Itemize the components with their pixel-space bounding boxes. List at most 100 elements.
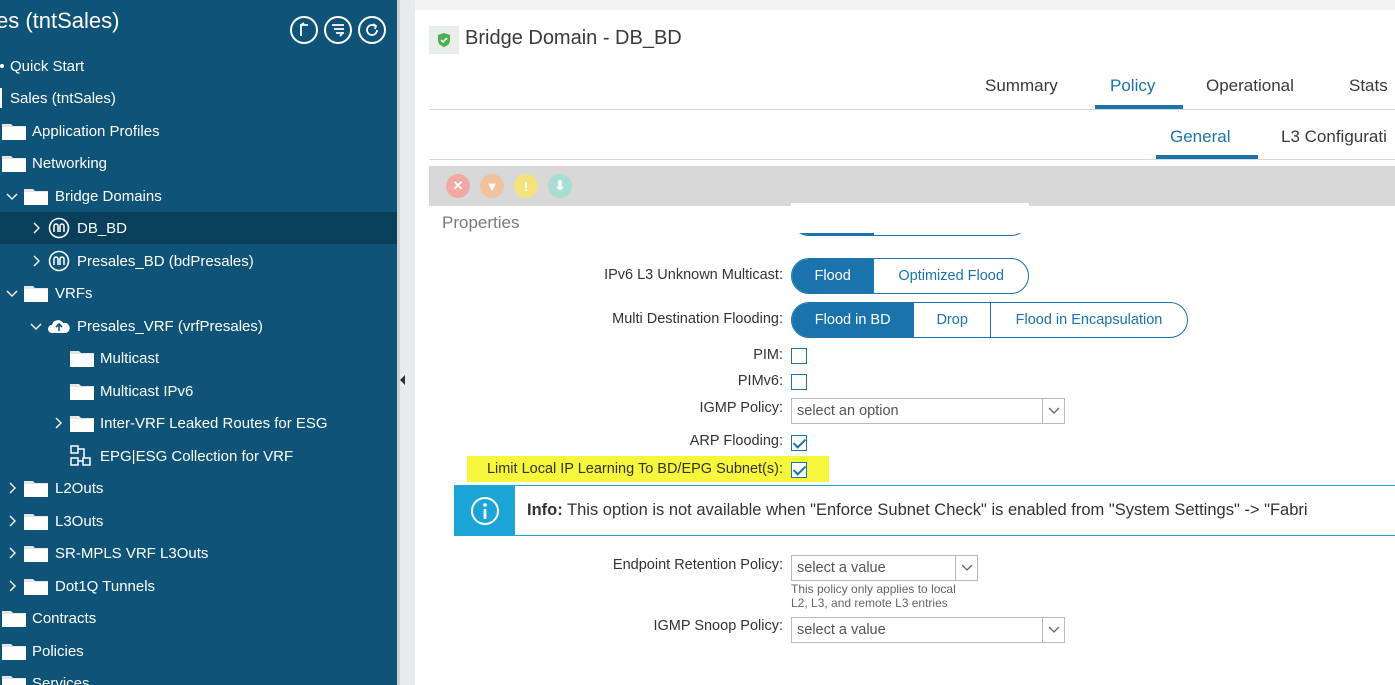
pim-checkbox[interactable] [791, 348, 807, 364]
igmp-snoop-policy-select[interactable]: select a value [791, 617, 1065, 643]
folder-icon [2, 611, 26, 627]
tab-stats[interactable]: Stats [1349, 76, 1388, 96]
option-flood-in-encapsulation[interactable]: Flood in Encapsulation [991, 303, 1187, 337]
chevron-down-icon[interactable] [955, 556, 977, 580]
folder-icon [24, 546, 48, 562]
ipv6-l3-unknown-multicast-toggle[interactable]: Flood Optimized Flood [791, 258, 1029, 294]
select-placeholder: select an option [797, 403, 899, 419]
endpoint-retention-policy-label: Endpoint Retention Policy: [612, 557, 783, 573]
tree-label: Quick Start [10, 57, 85, 75]
tab-general[interactable]: General [1170, 127, 1230, 147]
tree-item-bridge-domains[interactable]: Bridge Domains [0, 180, 397, 212]
chevron-right-icon[interactable] [52, 417, 64, 429]
tab-l3-configurations[interactable]: L3 Configurati [1281, 127, 1387, 147]
option-flood-in-bd[interactable]: Flood in BD [792, 303, 915, 337]
list-filter-icon[interactable] [324, 16, 352, 44]
chevron-down-icon[interactable] [6, 287, 18, 299]
vrf-cloud-icon [48, 320, 70, 333]
limit-local-ip-learning-checkbox[interactable] [791, 462, 807, 478]
chevron-right-icon[interactable] [30, 222, 42, 234]
tree-item-epg-esg-collection[interactable]: EPG|ESG Collection for VRF [0, 440, 397, 472]
tree-item-vrfs[interactable]: VRFs [0, 277, 397, 309]
critical-fault-icon[interactable]: ✕ [446, 174, 470, 198]
tree-item-multicast[interactable]: Multicast [0, 342, 397, 374]
igmp-snoop-policy-label: IGMP Snoop Policy: [653, 618, 784, 634]
info-icon [455, 486, 515, 535]
option-flood[interactable]: Flood [792, 259, 875, 293]
tab-operational[interactable]: Operational [1206, 76, 1294, 96]
chevron-down-icon[interactable] [1042, 399, 1064, 423]
folder-icon [24, 189, 48, 205]
bridge-domain-icon [48, 217, 70, 239]
tree-item-services[interactable]: Services [0, 667, 397, 685]
chevron-right-icon[interactable] [6, 580, 18, 592]
pimv6-checkbox[interactable] [791, 374, 807, 390]
tree-label: L3Outs [55, 512, 104, 530]
chevron-right-icon[interactable] [6, 515, 18, 527]
multi-destination-flooding-toggle[interactable]: Flood in BD Drop Flood in Encapsulation [791, 302, 1188, 338]
tree-label: Application Profiles [32, 122, 160, 140]
properties-heading: Properties [442, 213, 520, 232]
major-fault-icon[interactable]: ▼ [480, 174, 504, 198]
tree-item-inter-vrf-leaked-routes[interactable]: Inter-VRF Leaked Routes for ESG [0, 407, 397, 439]
tree-item-db-bd[interactable]: DB_BD [0, 212, 397, 244]
hint-line: This policy only applies to local [791, 582, 956, 596]
tree-item-quick-start[interactable]: Quick Start [0, 50, 397, 82]
minor-fault-icon[interactable]: ! [514, 174, 538, 198]
tree-item-l3outs[interactable]: L3Outs [0, 505, 397, 537]
select-placeholder: select a value [797, 560, 886, 576]
tree-label: DB_BD [77, 219, 128, 237]
main-content: Bridge Domain - DB_BD Summary Policy Ope… [415, 0, 1395, 685]
tree-item-contracts[interactable]: Contracts [0, 602, 397, 634]
folder-icon [70, 384, 94, 400]
chevron-right-icon[interactable] [30, 255, 42, 267]
pane-splitter[interactable] [397, 0, 415, 685]
tree-item-tenant[interactable]: Sales (tntSales) [0, 82, 397, 114]
tab-active-indicator [1095, 105, 1183, 109]
tree-item-policies[interactable]: Policies [0, 635, 397, 667]
collapse-arrow-icon[interactable] [400, 375, 405, 385]
tree-item-networking[interactable]: Networking [0, 147, 397, 179]
tree-item-presales-bd[interactable]: Presales_BD (bdPresales) [0, 245, 397, 277]
folder-icon [2, 644, 26, 660]
tree-item-multicast-ipv6[interactable]: Multicast IPv6 [0, 375, 397, 407]
option-optimized-flood[interactable]: Optimized Flood [874, 259, 1028, 293]
folder-icon [70, 416, 94, 432]
arp-flooding-checkbox[interactable] [791, 435, 807, 451]
collection-icon [70, 445, 91, 466]
ipv6-l3-unknown-multicast-label: IPv6 L3 Unknown Multicast: [604, 267, 783, 283]
limit-local-ip-learning-label: Limit Local IP Learning To BD/EPG Subnet… [486, 461, 783, 477]
sub-tabs: General L3 Configurati [429, 118, 1395, 160]
tree-item-application-profiles[interactable]: Application Profiles [0, 115, 397, 147]
tab-summary[interactable]: Summary [985, 76, 1058, 96]
tree-label: Contracts [32, 609, 97, 627]
folder-icon [2, 676, 26, 685]
tree-item-presales-vrf[interactable]: Presales_VRF (vrfPresales) [0, 310, 397, 342]
navigation-sidebar: es (tntSales) Quick Start Sales (tntSale… [0, 0, 397, 685]
tree-item-sr-mpls-vrf-l3outs[interactable]: SR-MPLS VRF L3Outs [0, 537, 397, 569]
tree-item-dot1q-tunnels[interactable]: Dot1Q Tunnels [0, 570, 397, 602]
igmp-policy-select[interactable]: select an option [791, 398, 1065, 424]
info-banner: Info: This option is not available when … [454, 485, 1395, 536]
tree-label: Networking [32, 154, 108, 172]
chevron-down-icon[interactable] [1042, 618, 1064, 642]
tab-policy[interactable]: Policy [1110, 76, 1155, 96]
tree-label: Presales_VRF (vrfPresales) [77, 317, 263, 335]
endpoint-retention-policy-select[interactable]: select a value [791, 555, 978, 581]
chevron-right-icon[interactable] [6, 482, 18, 494]
folder-icon [24, 579, 48, 595]
refresh-icon[interactable] [358, 16, 386, 44]
bridge-domain-icon [48, 250, 70, 272]
info-text: This option is not available when "Enfor… [567, 501, 1308, 519]
chevron-right-icon[interactable] [6, 547, 18, 559]
option-drop[interactable]: Drop [914, 303, 991, 337]
tree-label: Services [32, 674, 90, 685]
fault-toolbar: ✕ ▼ ! ⬇ [429, 166, 1395, 206]
quick-start-icon[interactable] [290, 16, 318, 44]
warning-fault-icon[interactable]: ⬇ [548, 174, 572, 198]
chevron-down-icon[interactable] [6, 190, 18, 202]
chevron-down-icon[interactable] [30, 320, 42, 332]
arp-flooding-label: ARP Flooding: [689, 433, 783, 449]
tree-item-l2outs[interactable]: L2Outs [0, 472, 397, 504]
tree-label: Presales_BD (bdPresales) [77, 252, 254, 270]
